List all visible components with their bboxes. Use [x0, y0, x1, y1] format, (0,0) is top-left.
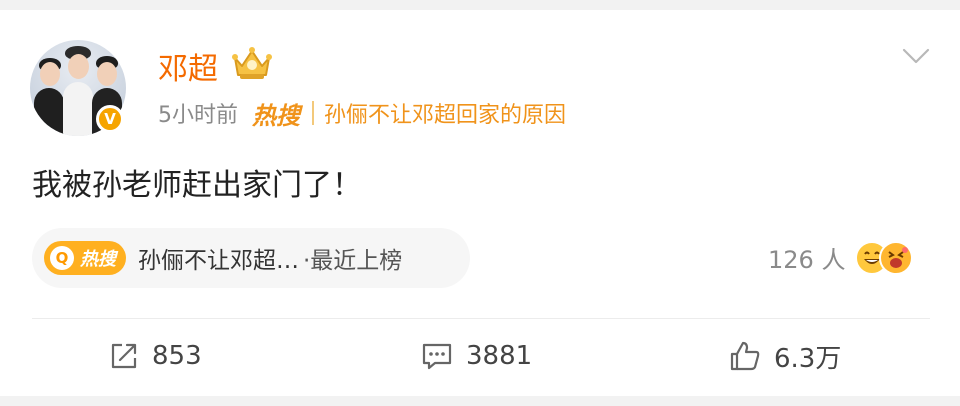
repost-icon [111, 343, 137, 369]
hot-search-badge: Q 热搜 [44, 241, 126, 275]
repost-count: 853 [152, 341, 202, 371]
hot-topic-link[interactable]: 孙俪不让邓超回家的原因 [324, 97, 566, 129]
like-count: 6.3万 [774, 343, 842, 374]
verified-badge-icon: V [96, 105, 124, 133]
username[interactable]: 邓超 [158, 44, 218, 88]
hot-search-icon: Q [50, 246, 74, 270]
laughing-squint-face-emoji [879, 240, 914, 275]
post-content: 我被孙老师赶出家门了！ [32, 168, 362, 203]
weibo-post-card: V 邓超 5小时前 热搜 孙俪不让邓超回家的原因 我被孙老师赶出家门了！ Q 热… [0, 0, 960, 406]
comment-count: 3881 [466, 341, 533, 371]
reaction-count: 126 人 [768, 246, 846, 274]
hot-search-topic: 孙俪不让邓超… [138, 248, 299, 274]
hot-search-status: ·最近上榜 [303, 248, 403, 274]
avatar-person-center [62, 46, 94, 136]
reactions-summary[interactable]: 126 人 [768, 240, 914, 275]
hot-search-badge-label: 热搜 [80, 249, 116, 270]
actions-divider [32, 318, 930, 319]
like-icon [730, 341, 760, 371]
post-meta: 5小时前 热搜 孙俪不让邓超回家的原因 [158, 96, 566, 130]
top-separator-band [0, 0, 960, 10]
chevron-down-icon[interactable] [900, 44, 932, 68]
crown-icon [232, 47, 272, 79]
comment-icon [422, 343, 452, 370]
post-time: 5小时前 [158, 103, 238, 128]
hot-search-tag[interactable]: 热搜 [252, 96, 300, 131]
like-button[interactable]: 6.3万 [728, 336, 841, 376]
avatar-person-left [34, 52, 64, 136]
meta-divider [312, 101, 314, 125]
hot-search-card[interactable]: Q 热搜 孙俪不让邓超… ·最近上榜 [32, 228, 470, 288]
repost-button[interactable]: 853 [108, 336, 202, 376]
bottom-separator-band [0, 396, 960, 406]
comment-button[interactable]: 3881 [420, 336, 532, 376]
